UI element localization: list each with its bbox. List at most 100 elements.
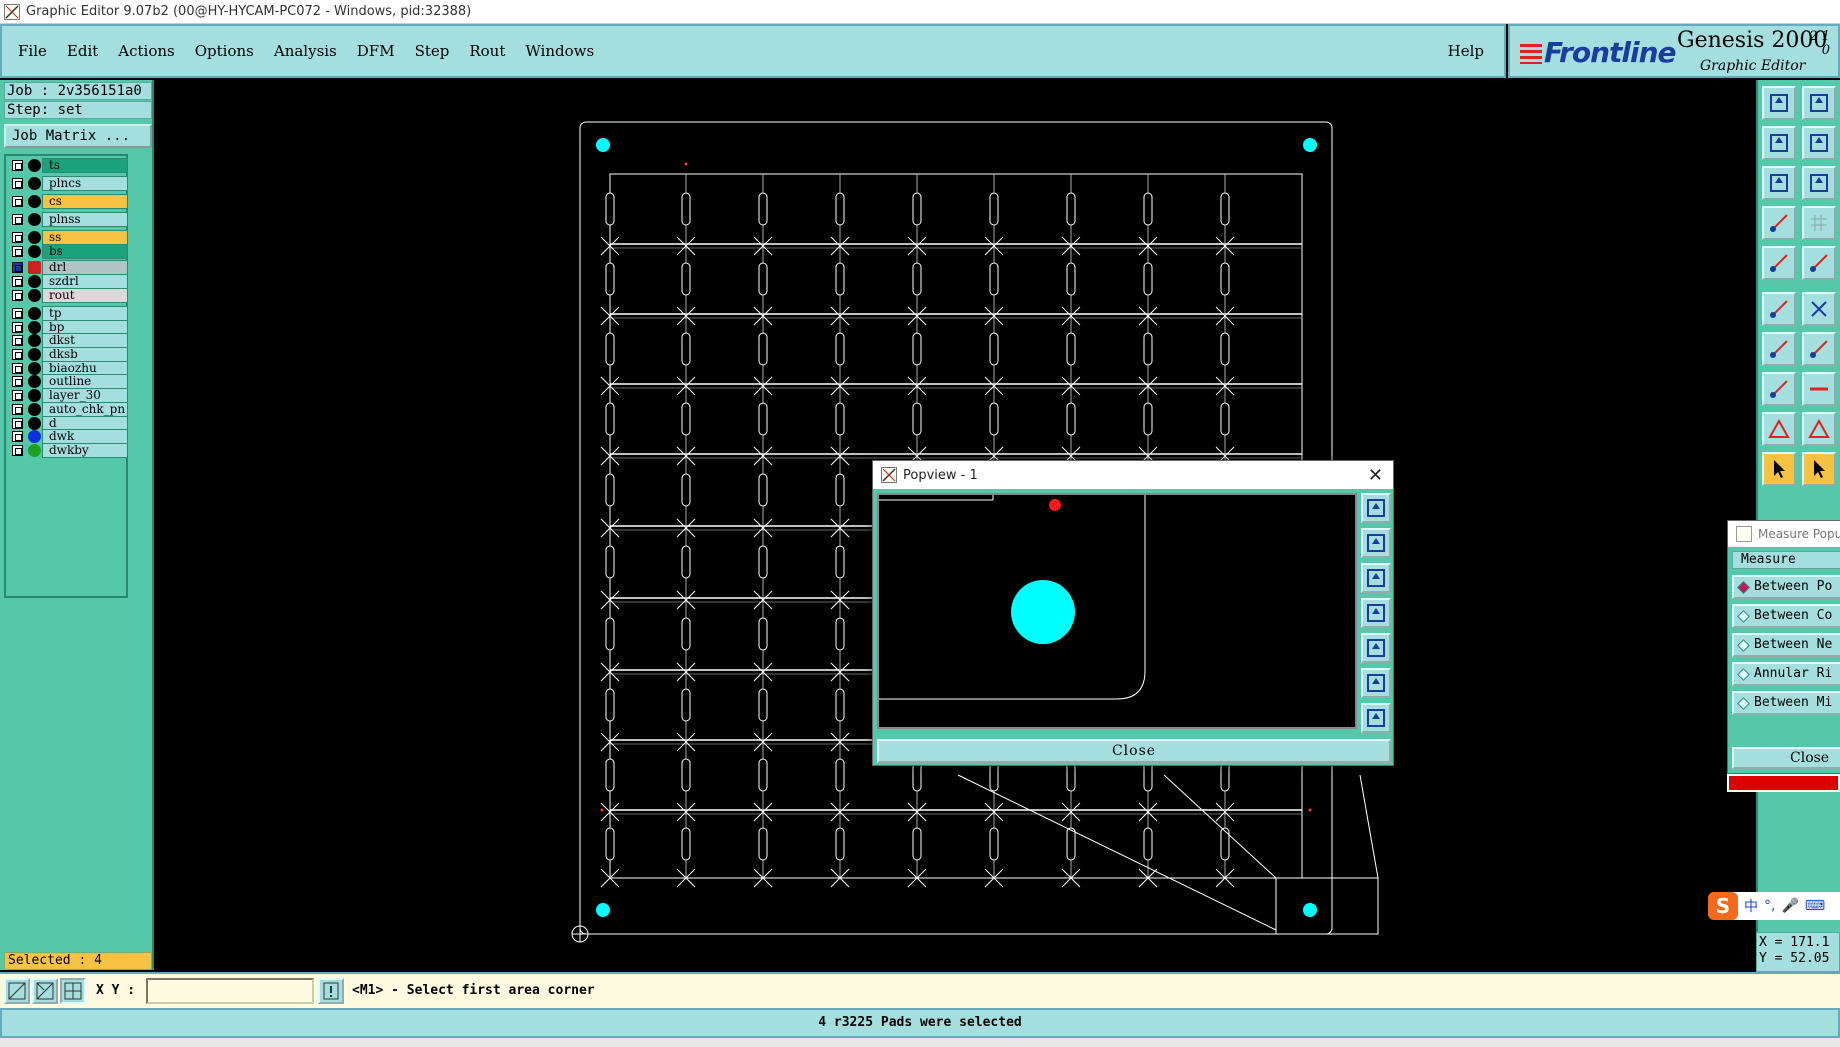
ime-toolbar[interactable]: S 中 °, 🎤 ⌨ bbox=[1708, 892, 1840, 920]
polygon-icon[interactable] bbox=[1802, 246, 1836, 280]
measure-option-3[interactable]: Between Ne bbox=[1732, 633, 1840, 657]
layer-checkbox[interactable] bbox=[12, 276, 23, 287]
layer-name[interactable]: dksb bbox=[42, 347, 128, 362]
layer-row-plnss[interactable]: plnss bbox=[8, 212, 128, 227]
menu-dfm[interactable]: DFM bbox=[357, 42, 395, 60]
info-icon[interactable] bbox=[318, 978, 344, 1004]
menu-help[interactable]: Help bbox=[1448, 42, 1484, 60]
pv-down-icon[interactable] bbox=[1361, 563, 1391, 593]
layer-checkbox[interactable] bbox=[12, 404, 23, 415]
layer-checkbox[interactable] bbox=[12, 418, 23, 429]
popview-canvas[interactable] bbox=[877, 493, 1357, 729]
layer-name[interactable]: szdrl bbox=[42, 274, 128, 289]
line-icon[interactable] bbox=[1802, 332, 1836, 366]
layer-checkbox[interactable] bbox=[12, 290, 23, 301]
layer-name[interactable]: dwk bbox=[42, 429, 128, 444]
menu-rout[interactable]: Rout bbox=[469, 42, 505, 60]
layer-name[interactable]: bs bbox=[42, 244, 128, 259]
snap-center-icon[interactable] bbox=[60, 978, 86, 1004]
layer-row-dksb[interactable]: dksb bbox=[8, 347, 128, 362]
layer-checkbox[interactable] bbox=[12, 308, 23, 319]
pv-zoom-out-icon[interactable] bbox=[1361, 703, 1391, 733]
zoom-center-icon[interactable] bbox=[1802, 166, 1836, 200]
layer-row-tp[interactable]: tp bbox=[8, 306, 128, 321]
pv-up-icon[interactable] bbox=[1361, 528, 1391, 558]
layer-name[interactable]: rout bbox=[42, 288, 128, 303]
ime-lang[interactable]: 中 bbox=[1744, 896, 1758, 916]
menu-actions[interactable]: Actions bbox=[118, 42, 174, 60]
pan-left-icon[interactable] bbox=[1762, 126, 1796, 160]
select-pad-icon[interactable] bbox=[1762, 372, 1796, 406]
menu-options[interactable]: Options bbox=[195, 42, 254, 60]
layer-name[interactable]: plncs bbox=[42, 176, 128, 191]
measure-close-button[interactable]: Close bbox=[1732, 747, 1840, 769]
layer-checkbox[interactable] bbox=[12, 349, 23, 360]
pv-right-icon[interactable] bbox=[1361, 633, 1391, 663]
triangle-icon[interactable] bbox=[1762, 412, 1796, 446]
layer-checkbox[interactable] bbox=[12, 445, 23, 456]
popview-close-icon[interactable]: ✕ bbox=[1368, 465, 1383, 486]
sogou-icon[interactable]: S bbox=[1708, 892, 1738, 920]
layer-checkbox[interactable] bbox=[12, 431, 23, 442]
layer-checkbox[interactable] bbox=[12, 262, 23, 273]
keyboard-icon[interactable]: ⌨ bbox=[1805, 898, 1825, 914]
microphone-icon[interactable]: 🎤 bbox=[1781, 898, 1798, 914]
pv-left-icon[interactable] bbox=[1361, 598, 1391, 628]
layer-name[interactable]: cs bbox=[42, 194, 128, 209]
layer-checkbox[interactable] bbox=[12, 246, 23, 257]
layer-name[interactable]: dkst bbox=[42, 333, 128, 348]
layer-checkbox[interactable] bbox=[12, 390, 23, 401]
pointer-selected-icon[interactable] bbox=[1802, 452, 1836, 486]
layer-name[interactable]: ts bbox=[42, 158, 128, 173]
layer-name[interactable]: tp bbox=[42, 306, 128, 321]
layer-checkbox[interactable] bbox=[12, 232, 23, 243]
layer-row-plncs[interactable]: plncs bbox=[8, 176, 128, 191]
layer-row-dwk[interactable]: dwk bbox=[8, 429, 128, 444]
measure-option-5[interactable]: Between Mi bbox=[1732, 691, 1840, 715]
layer-name[interactable]: ss bbox=[42, 230, 128, 245]
job-matrix-button[interactable]: Job Matrix ... bbox=[4, 124, 152, 148]
layer-row-drl[interactable]: drl bbox=[8, 260, 128, 275]
pan-right-icon[interactable] bbox=[1802, 126, 1836, 160]
snap-icon[interactable] bbox=[4, 978, 30, 1004]
layer-row-cs[interactable]: cs bbox=[8, 194, 128, 209]
cross-icon[interactable] bbox=[1802, 292, 1836, 326]
menu-windows[interactable]: Windows bbox=[525, 42, 594, 60]
layer-name[interactable]: auto_chk_pn bbox=[42, 402, 128, 417]
minus-line-icon[interactable] bbox=[1802, 372, 1836, 406]
layer-name[interactable]: drl bbox=[42, 260, 128, 275]
menu-file[interactable]: File bbox=[18, 42, 47, 60]
grid-icon[interactable] bbox=[1802, 206, 1836, 240]
layer-name[interactable]: outline bbox=[42, 374, 128, 389]
layer-row-outline[interactable]: outline bbox=[8, 374, 128, 389]
measure-option-2[interactable]: Between Co bbox=[1732, 604, 1840, 628]
layer-name[interactable]: dwkby bbox=[42, 443, 128, 458]
layer-checkbox[interactable] bbox=[12, 363, 23, 374]
angle-icon[interactable] bbox=[1762, 332, 1796, 366]
layer-checkbox[interactable] bbox=[12, 322, 23, 333]
layer-checkbox[interactable] bbox=[12, 160, 23, 171]
ime-punct[interactable]: °, bbox=[1764, 898, 1775, 914]
layer-row-bs[interactable]: bs bbox=[8, 244, 128, 259]
menu-edit[interactable]: Edit bbox=[67, 42, 98, 60]
camera-icon[interactable] bbox=[1762, 246, 1796, 280]
pan-up-icon[interactable] bbox=[1762, 86, 1796, 120]
layer-checkbox[interactable] bbox=[12, 376, 23, 387]
layer-checkbox[interactable] bbox=[12, 196, 23, 207]
delta-icon[interactable] bbox=[1802, 412, 1836, 446]
menu-analysis[interactable]: Analysis bbox=[274, 42, 337, 60]
measure-tool-icon[interactable] bbox=[1762, 206, 1796, 240]
menu-step[interactable]: Step bbox=[415, 42, 450, 60]
zoom-fit-icon[interactable] bbox=[1762, 166, 1796, 200]
layer-checkbox[interactable] bbox=[12, 178, 23, 189]
measure-option-1[interactable]: Between Po bbox=[1732, 575, 1840, 599]
layer-name[interactable]: plnss bbox=[42, 212, 128, 227]
layer-row-dkst[interactable]: dkst bbox=[8, 333, 128, 348]
layer-row-rout[interactable]: rout bbox=[8, 288, 128, 303]
measure-option-4[interactable]: Annular Ri bbox=[1732, 662, 1840, 686]
layer-row-layer-30[interactable]: layer_30 bbox=[8, 388, 128, 403]
pv-zoom-in-icon[interactable] bbox=[1361, 668, 1391, 698]
layer-row-ss[interactable]: ss bbox=[8, 230, 128, 245]
layer-row-szdrl[interactable]: szdrl bbox=[8, 274, 128, 289]
popview-close-button[interactable]: Close bbox=[877, 739, 1391, 763]
